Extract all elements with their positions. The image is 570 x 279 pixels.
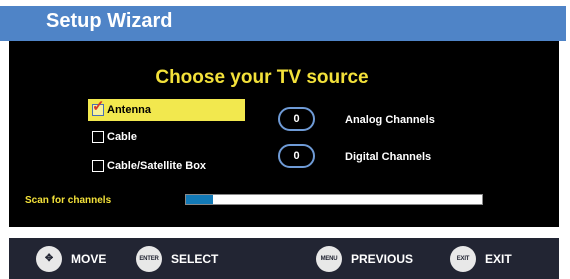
screen-title: Setup Wizard (46, 10, 173, 32)
digital-channels-label: Digital Channels (345, 151, 432, 163)
source-option-label: Cable/Satellite Box (107, 160, 207, 172)
move-hint: ✥ MOVE (36, 238, 106, 279)
previous-hint-label: PREVIOUS (351, 251, 414, 266)
antenna-checkbox[interactable]: ✓ (92, 99, 105, 116)
select-hint-label: SELECT (171, 251, 219, 266)
previous-hint: MENU PREVIOUS (316, 238, 413, 279)
page-heading: Choose your TV source (155, 67, 369, 88)
cable-checkbox[interactable] (92, 131, 104, 143)
scan-label: Scan for channels (25, 195, 112, 206)
analog-channel-count: 0 (278, 107, 315, 131)
cable-satellite-box-checkbox[interactable] (92, 160, 104, 172)
exit-button-icon: EXIT (450, 245, 476, 272)
source-option-label: Antenna (107, 104, 151, 116)
analog-channels-label: Analog Channels (345, 114, 435, 126)
checkmark-icon: ✓ (92, 98, 105, 115)
move-hint-label: MOVE (71, 251, 107, 266)
footer-hint-bar: ✥ MOVE ENTER SELECT MENU PREVIOUS EXIT E… (9, 238, 559, 279)
exit-hint: EXIT EXIT (450, 238, 512, 279)
exit-hint-label: EXIT (485, 251, 512, 266)
source-option-antenna[interactable]: ✓ Antenna (88, 99, 245, 121)
source-option-label: Cable (107, 131, 137, 143)
scan-progress-fill (186, 195, 213, 204)
enter-button-icon: ENTER (136, 245, 162, 272)
tv-menu-screen: Setup Wizard Choose your TV source ✓ Ant… (0, 0, 570, 279)
menu-button-icon: MENU (316, 245, 342, 272)
select-hint: ENTER SELECT (136, 238, 218, 279)
source-option-cable[interactable]: Cable (88, 126, 188, 148)
source-option-cable-satellite-box[interactable]: Cable/Satellite Box (88, 155, 248, 177)
title-bar: Setup Wizard (0, 6, 566, 41)
dpad-icon: ✥ (36, 245, 62, 272)
scan-progress-bar (185, 194, 483, 205)
digital-channel-count: 0 (278, 144, 315, 168)
